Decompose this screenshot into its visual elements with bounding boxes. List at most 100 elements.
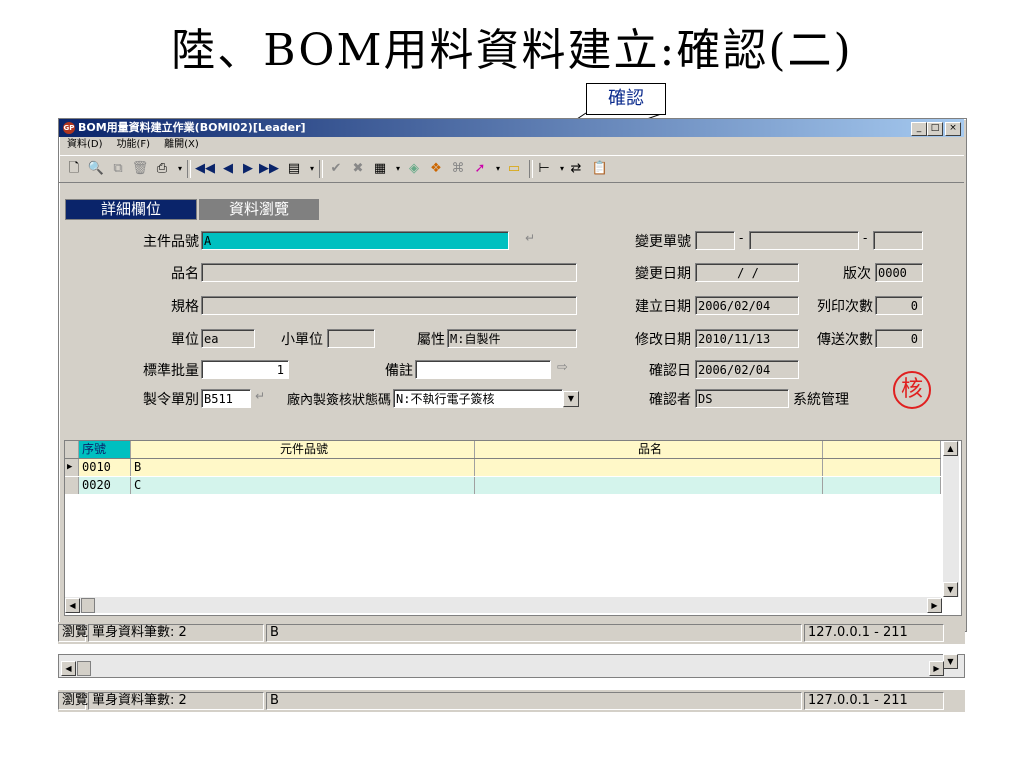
small-unit-field[interactable]: [327, 329, 375, 348]
prev-record-icon[interactable]: ◀: [219, 160, 237, 178]
table-row[interactable]: ▶ 0010 B: [65, 459, 941, 476]
batch-icon[interactable]: ▦: [371, 160, 389, 178]
export-icon[interactable]: ⇄: [567, 160, 585, 178]
status-mode: 瀏覽: [58, 692, 88, 710]
clipboard-icon[interactable]: 📋: [591, 160, 609, 178]
scroll-thumb[interactable]: [77, 661, 91, 676]
unconfirm-icon[interactable]: ❖: [427, 160, 445, 178]
copy-icon[interactable]: ⧉: [109, 160, 127, 178]
row-part[interactable]: B: [131, 459, 475, 476]
confirm-callout: 確認: [586, 83, 666, 115]
row-part[interactable]: C: [131, 477, 475, 494]
row-selector-header: [65, 441, 79, 458]
browse-icon[interactable]: ▤: [285, 160, 303, 178]
grid-header-part[interactable]: 元件品號: [131, 441, 475, 458]
minimize-button[interactable]: _: [911, 122, 927, 136]
row-name[interactable]: [475, 459, 823, 476]
created-field[interactable]: 2006/02/04: [695, 296, 799, 315]
row-extra: [823, 477, 941, 494]
menu-data[interactable]: 資料(D): [67, 139, 103, 150]
scroll-up-icon[interactable]: ▲: [943, 441, 958, 456]
unit-label: 單位: [171, 332, 199, 348]
close-button[interactable]: ×: [945, 122, 961, 136]
tab-detail-fields[interactable]: 詳細欄位: [65, 199, 197, 220]
row-name[interactable]: [475, 477, 823, 494]
row-seq[interactable]: 0010: [79, 459, 131, 476]
main-part-field[interactable]: A: [201, 231, 509, 250]
next-record-icon[interactable]: ▶: [239, 160, 257, 178]
scroll-down-icon[interactable]: ▼: [943, 582, 958, 597]
new-file-icon[interactable]: 🗋: [65, 160, 83, 178]
menu-function[interactable]: 功能(F): [117, 139, 151, 150]
attr-field[interactable]: M:自製件: [447, 329, 577, 348]
tab-data-browse[interactable]: 資料瀏覽: [199, 199, 319, 220]
query-icon[interactable]: 🔍: [87, 160, 105, 178]
remark-open-icon[interactable]: ⇨: [557, 360, 568, 375]
scroll-thumb[interactable]: [81, 598, 95, 613]
status-bar: 瀏覽 單身資料筆數: 2 B 127.0.0.1 - 211: [58, 622, 965, 644]
attr-label: 屬性: [417, 332, 445, 348]
window-titlebar[interactable]: GP BOM用量資料建立作業(BOMI02)[Leader]: [59, 119, 964, 137]
version-label: 版次: [843, 266, 871, 282]
confirmer-field[interactable]: DS: [695, 389, 789, 408]
print-icon[interactable]: ⎙: [153, 160, 171, 178]
name-field[interactable]: [201, 263, 577, 282]
delete-icon[interactable]: 🗑: [131, 160, 149, 178]
return-icon: ↵: [525, 231, 536, 245]
sign-status-select[interactable]: N:不執行電子簽核: [393, 389, 563, 408]
small-unit-label: 小單位: [281, 332, 323, 348]
confirm-icon[interactable]: ◈: [405, 160, 423, 178]
order-lookup-icon[interactable]: ↵: [255, 389, 265, 403]
order-label: 製令單別: [143, 392, 199, 408]
remark-label: 備註: [385, 363, 413, 379]
confirmer-name: 系統管理: [793, 392, 849, 408]
modified-field[interactable]: 2010/11/13: [695, 329, 799, 348]
remark-field[interactable]: [415, 360, 551, 379]
horizontal-scrollbar[interactable]: [65, 597, 941, 613]
print-count-field[interactable]: 0: [875, 296, 923, 315]
background-scroll-area: ◀ ▼ ▶: [58, 654, 965, 678]
send-count-field[interactable]: 0: [875, 329, 923, 348]
version-field[interactable]: 0000: [875, 263, 923, 282]
cancel-x-icon[interactable]: ✖: [349, 160, 367, 178]
transfer-icon[interactable]: ➚: [471, 160, 489, 178]
change-no-field-2[interactable]: [749, 231, 859, 250]
maximize-button[interactable]: □: [927, 122, 943, 136]
last-record-icon[interactable]: ▶▶: [259, 160, 279, 178]
first-record-icon[interactable]: ◀◀: [195, 160, 215, 178]
scroll-left-icon[interactable]: ◀: [65, 598, 80, 613]
batch-field[interactable]: 1: [201, 360, 289, 379]
change-no-field-3[interactable]: [873, 231, 923, 250]
sign-status-label: 廠內製簽核狀態碼: [286, 393, 391, 408]
print-count-label: 列印次數: [817, 299, 873, 315]
confirm-check-icon[interactable]: ✔: [327, 160, 345, 178]
scroll-left-icon[interactable]: ◀: [61, 661, 76, 676]
scroll-right-icon[interactable]: ▶: [927, 598, 942, 613]
order-field[interactable]: B511: [201, 389, 251, 408]
change-no-field-1[interactable]: [695, 231, 735, 250]
toolbar-separator: [529, 160, 533, 178]
window-title: BOM用量資料建立作業(BOMI02)[Leader]: [78, 121, 306, 134]
unit-field[interactable]: ea: [201, 329, 255, 348]
scroll-right-icon[interactable]: ▶: [929, 661, 944, 676]
grid-header-seq[interactable]: 序號: [79, 441, 131, 458]
void-icon[interactable]: ⌘: [449, 160, 467, 178]
sign-status-dropdown-icon[interactable]: ▼: [563, 391, 579, 407]
row-seq[interactable]: 0020: [79, 477, 131, 494]
toolbar-separator: [319, 160, 323, 178]
current-row-indicator-icon: ▶: [65, 459, 79, 476]
menu-exit[interactable]: 離開(X): [164, 139, 199, 150]
folder-icon[interactable]: ▭: [505, 160, 523, 178]
status-current: B: [266, 692, 802, 710]
batch-label: 標準批量: [143, 363, 199, 379]
approved-stamp-icon: 核: [893, 371, 931, 409]
vertical-scrollbar[interactable]: [943, 441, 959, 597]
table-row[interactable]: 0020 C: [65, 477, 941, 494]
grid-header-name[interactable]: 品名: [475, 441, 823, 458]
scroll-down-icon[interactable]: ▼: [943, 654, 958, 669]
modified-label: 修改日期: [635, 332, 691, 348]
confirm-date-field[interactable]: 2006/02/04: [695, 360, 799, 379]
change-date-field[interactable]: / /: [695, 263, 799, 282]
spec-field[interactable]: [201, 296, 577, 315]
tree-icon[interactable]: ⊢: [535, 160, 553, 178]
